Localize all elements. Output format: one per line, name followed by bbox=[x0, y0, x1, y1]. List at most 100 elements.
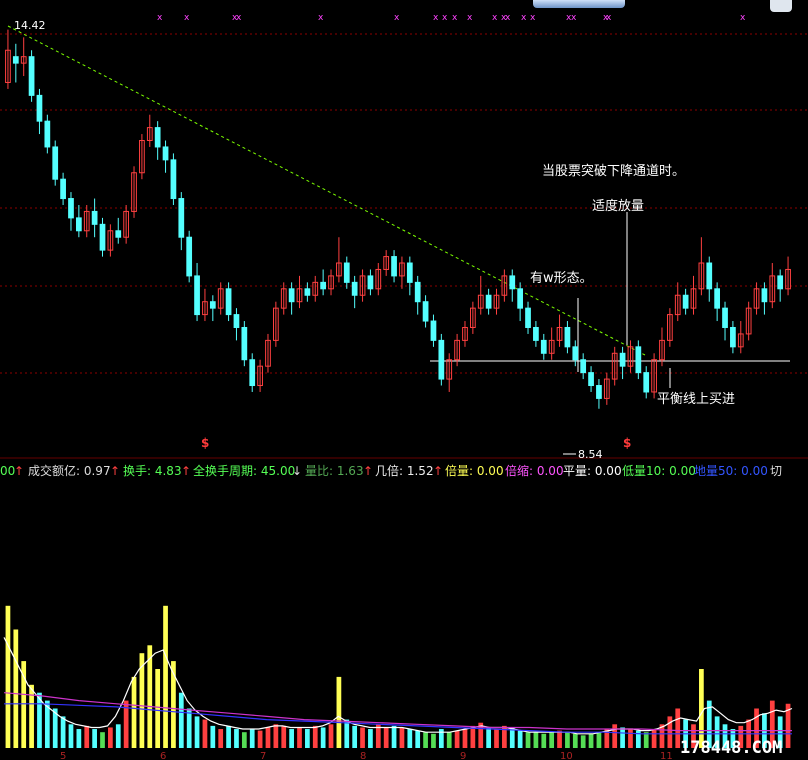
event-marker: x bbox=[442, 13, 448, 23]
ind-multiple: 几倍: 1.52 bbox=[375, 464, 434, 478]
annotation-breakout: 当股票突破下降通道时。 bbox=[542, 164, 686, 179]
volume-bar bbox=[423, 732, 428, 748]
event-marker: x bbox=[740, 13, 746, 23]
candle-body bbox=[91, 210, 98, 225]
volume-bar bbox=[699, 669, 704, 748]
x-tick-label: 10 bbox=[560, 751, 573, 760]
volume-bar bbox=[29, 684, 34, 748]
volume-bar bbox=[344, 719, 350, 748]
candle-body bbox=[525, 307, 531, 328]
x-tick-label: 6 bbox=[160, 751, 166, 760]
volume-bar bbox=[92, 729, 97, 748]
volume-bar bbox=[273, 724, 279, 748]
event-marker: x bbox=[571, 13, 577, 23]
candle-body bbox=[170, 159, 177, 200]
candlestick-chart: 5 6 7 8 9 10 11x x xx x x x x x x x xx x x x x xx x14.428.54 bbox=[0, 13, 808, 760]
candle-body bbox=[367, 275, 374, 290]
candle-body bbox=[706, 262, 713, 290]
event-marker: x bbox=[452, 13, 458, 23]
ind-double-shrink: 倍缩: 0.00 bbox=[505, 464, 564, 478]
volume-bar bbox=[60, 716, 66, 748]
candle-body bbox=[241, 326, 248, 361]
annotation-volume: 适度放量 bbox=[592, 199, 645, 214]
candle-body bbox=[68, 198, 74, 219]
volume-bar bbox=[13, 629, 19, 748]
x-tick-label: 9 bbox=[460, 751, 466, 760]
indicator-bar: 00 ↑ 成交额亿: 0.97 ↑ 换手: 4.83 ↑ 全换手周期: 45.0… bbox=[0, 463, 808, 479]
arrow-up-icon: ↑ bbox=[110, 464, 121, 478]
candle-body bbox=[414, 281, 421, 303]
volume-bar bbox=[76, 729, 82, 748]
volume-bar bbox=[155, 669, 161, 748]
volume-bar bbox=[297, 727, 302, 748]
event-marker: x bbox=[318, 13, 324, 23]
candle-body bbox=[619, 352, 626, 367]
candle-body bbox=[60, 178, 66, 200]
volume-bar bbox=[470, 725, 476, 748]
low-label: 8.54 bbox=[578, 448, 603, 461]
volume-bar bbox=[533, 732, 539, 748]
ind-ground-volume-50: 地量50: 0.00 bbox=[694, 464, 768, 478]
candle-body bbox=[233, 314, 240, 328]
volume-bar bbox=[202, 719, 208, 748]
candle-body bbox=[154, 127, 161, 148]
volume-bar bbox=[186, 708, 192, 748]
volume-bar bbox=[462, 729, 468, 748]
candle-body bbox=[509, 275, 516, 290]
candle-body bbox=[722, 307, 728, 328]
candle-body bbox=[115, 230, 122, 238]
event-marker: x bbox=[521, 13, 527, 23]
ind-turnover-cycle: 全换手周期: 45.00 bbox=[193, 464, 296, 478]
volume-bar bbox=[163, 605, 168, 748]
candle-body bbox=[533, 326, 539, 341]
candle-body bbox=[75, 217, 82, 232]
candle-body bbox=[288, 288, 295, 303]
candle-body bbox=[588, 372, 594, 387]
volume-bar bbox=[643, 732, 649, 748]
volume-bar bbox=[486, 727, 491, 748]
candle-body bbox=[564, 326, 571, 348]
x-tick-label: 7 bbox=[260, 751, 266, 760]
volume-bar bbox=[328, 724, 334, 748]
signal-marker: $ bbox=[623, 436, 632, 450]
volume-bar bbox=[226, 725, 231, 748]
volume-bar bbox=[399, 727, 405, 748]
annotation-w-shape: 有w形态。 bbox=[530, 271, 593, 286]
volume-bar bbox=[241, 732, 247, 748]
candle-body bbox=[99, 223, 106, 251]
candle-body bbox=[777, 275, 784, 290]
candle-body bbox=[761, 288, 768, 303]
volume-bar bbox=[620, 727, 625, 748]
candle-body bbox=[485, 294, 492, 309]
candle-body bbox=[28, 56, 35, 96]
volume-bar bbox=[210, 725, 216, 748]
ind-low-volume-10: 低量10: 0.00 bbox=[622, 464, 696, 478]
volume-bar bbox=[557, 730, 562, 748]
candle-body bbox=[320, 281, 327, 290]
candle-body bbox=[44, 120, 51, 148]
candle-body bbox=[580, 359, 587, 374]
candle-body bbox=[52, 146, 59, 180]
candle-body bbox=[343, 262, 350, 283]
candle-body bbox=[249, 359, 256, 387]
candle-body bbox=[682, 294, 689, 309]
volume-bar bbox=[368, 729, 373, 748]
arrow-up-icon: ↑ bbox=[181, 464, 192, 478]
volume-bar bbox=[312, 725, 318, 748]
volume-bar bbox=[383, 727, 389, 748]
x-tick-label: 8 bbox=[360, 751, 366, 760]
candle-body bbox=[391, 256, 397, 277]
x-tick-label: 11 bbox=[660, 751, 673, 760]
candle-body bbox=[209, 301, 216, 309]
volume-bar bbox=[5, 605, 11, 748]
volume-bar bbox=[565, 732, 570, 748]
volume-bar bbox=[628, 729, 633, 748]
candle-body bbox=[517, 288, 524, 309]
x-tick-label: 5 bbox=[60, 751, 66, 760]
volume-bar bbox=[446, 732, 452, 748]
ind-more[interactable]: 切 bbox=[770, 463, 782, 479]
volume-bar bbox=[320, 727, 326, 748]
candle-body bbox=[225, 288, 232, 316]
volume-bar bbox=[281, 725, 287, 748]
volume-bar bbox=[391, 725, 397, 748]
